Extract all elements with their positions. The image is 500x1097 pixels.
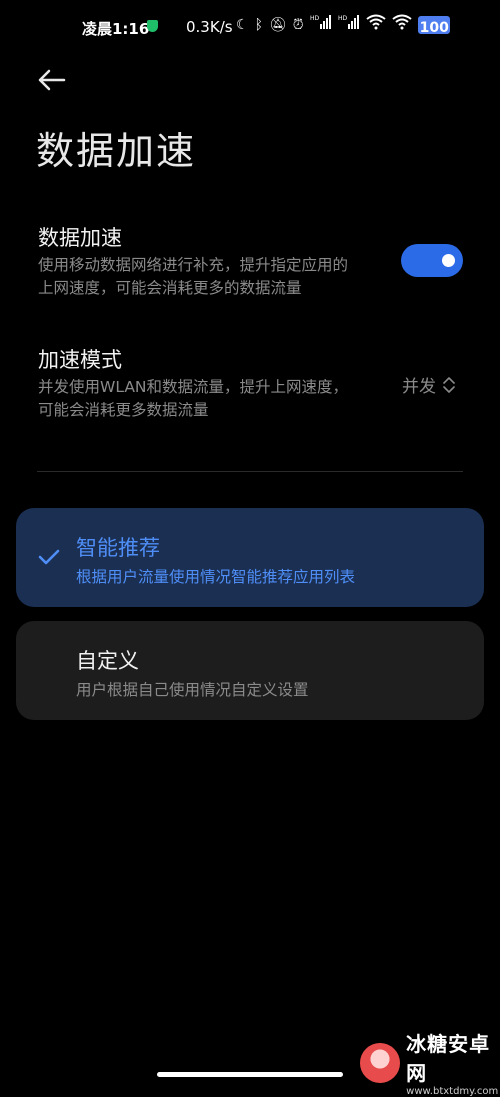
watermark-name: 冰糖安卓网 [406,1032,491,1085]
option-title: 智能推荐 [76,536,160,560]
accel-mode-title: 加速模式 [38,348,122,372]
option-desc: 用户根据自己使用情况自定义设置 [76,681,309,699]
option-title: 自定义 [76,649,139,673]
accel-mode-dropdown[interactable]: 并发 [402,372,456,397]
check-icon [38,549,60,565]
data-accel-desc: 使用移动数据网络进行补充，提升指定应用的 上网速度，可能会消耗更多的数据流量 [38,254,388,300]
mute-icon: 🔕︎ [268,17,287,33]
watermark: 冰糖安卓网 www.btxtdmy.com [360,1028,500,1097]
data-accel-desc-line2: 上网速度，可能会消耗更多的数据流量 [38,279,302,297]
status-icons: ☾ ᛒ 🔕︎ ⏰︎ HD HD 100 [236,14,450,36]
wifi-icon [392,14,412,36]
back-arrow-icon [38,69,66,91]
moon-icon: ☾ [236,17,249,33]
option-desc: 根据用户流量使用情况智能推荐应用列表 [76,568,356,586]
status-time: 凌晨1:16 [82,20,150,38]
data-accel-desc-line1: 使用移动数据网络进行补充，提升指定应用的 [38,256,349,274]
data-accel-title: 数据加速 [38,226,122,250]
divider [37,471,463,472]
status-bar: 凌晨1:16 0.3K/s ☾ ᛒ 🔕︎ ⏰︎ HD HD 100 [0,0,500,56]
option-smart-recommend[interactable]: 智能推荐 根据用户流量使用情况智能推荐应用列表 [16,508,484,607]
page-title: 数据加速 [36,129,197,173]
toggle-knob [442,254,455,267]
svg-text:HD: HD [310,15,320,22]
watermark-url: www.btxtdmy.com [406,1086,499,1097]
chevron-updown-icon [443,376,455,393]
data-accel-toggle[interactable] [401,244,463,277]
watermark-logo-icon [360,1042,401,1083]
battery-icon: 100 [417,16,450,36]
shield-icon [147,20,158,32]
back-button[interactable] [34,62,70,98]
bluetooth-icon: ᛒ [254,17,263,33]
home-indicator[interactable] [157,1072,343,1077]
accel-mode-desc-line1: 并发使用WLAN和数据流量，提升上网速度， [38,378,349,396]
signal-hd-icon: HD [338,14,360,36]
wifi-icon [366,14,386,36]
option-custom[interactable]: 自定义 用户根据自己使用情况自定义设置 [16,621,484,720]
svg-text:HD: HD [338,15,348,22]
signal-hd-icon: HD [310,14,332,36]
accel-mode-desc-line2: 可能会消耗更多数据流量 [38,401,209,419]
network-speed: 0.3K/s [186,18,233,36]
accel-mode-value: 并发 [402,377,436,397]
watermark-text: 冰糖安卓网 www.btxtdmy.com [406,1028,500,1097]
alarm-icon: ⏰︎ [292,17,304,33]
accel-mode-desc: 并发使用WLAN和数据流量，提升上网速度， 可能会消耗更多数据流量 [38,376,388,422]
